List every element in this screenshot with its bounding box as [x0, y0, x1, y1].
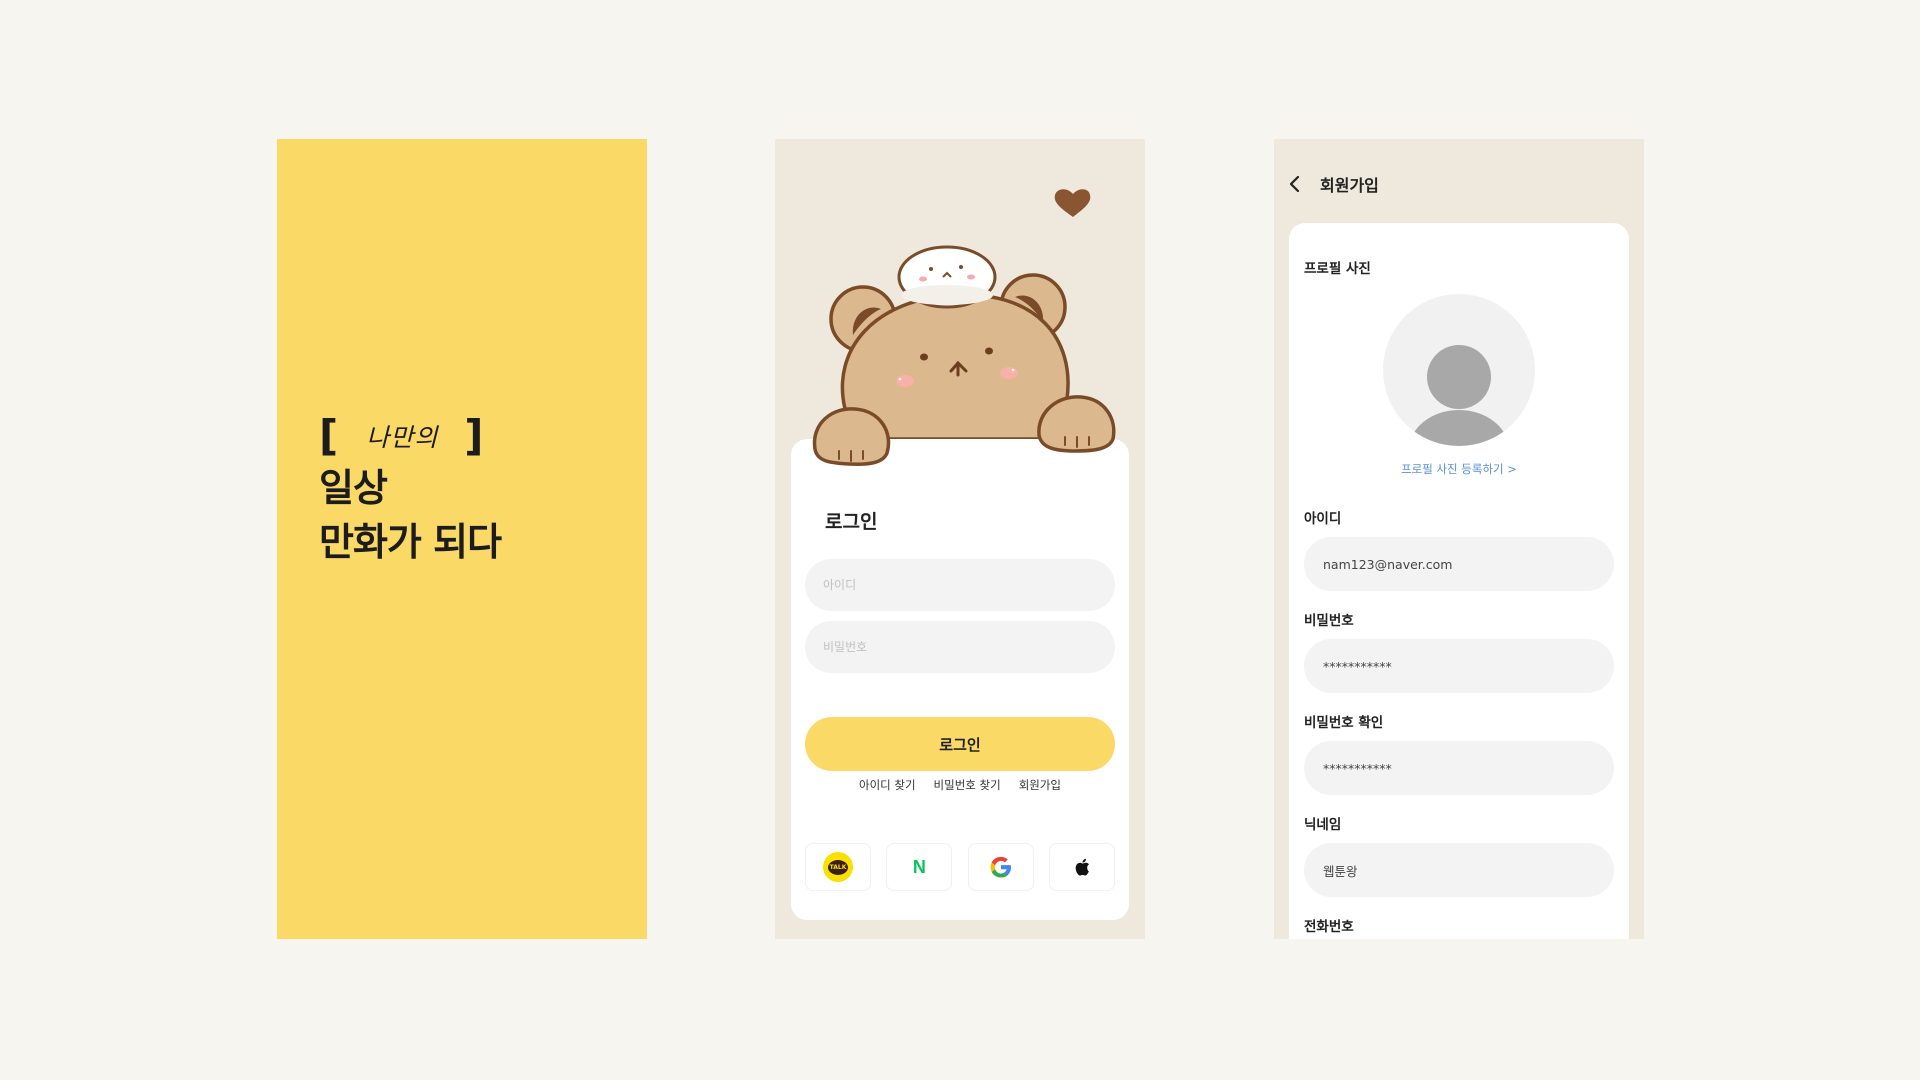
- social-login-row: TALK N: [805, 843, 1115, 891]
- phone-label: 전화번호: [1304, 919, 1354, 935]
- signup-title: 회원가입: [1320, 176, 1379, 195]
- avatar-head-icon: [1427, 345, 1491, 409]
- tagline-script-word: 나만의: [366, 423, 439, 452]
- tagline-line-2: 만화가 되다: [319, 520, 502, 564]
- signup-link[interactable]: 회원가입: [1019, 777, 1061, 793]
- login-screen: 로그인 로그인 아이디 찾기 비밀번호 찾기 회원가입 TALK N: [775, 139, 1145, 939]
- bear-right-paw: [1037, 395, 1116, 453]
- splash-screen: [ 나만의 ] 일상 만화가 되다: [277, 139, 647, 939]
- register-photo-link[interactable]: 프로필 사진 등록하기 >: [1289, 461, 1629, 477]
- profile-avatar-placeholder[interactable]: [1383, 294, 1535, 446]
- signup-password-confirm-input[interactable]: [1304, 741, 1614, 795]
- profile-photo-label: 프로필 사진: [1304, 261, 1371, 277]
- naver-icon: N: [912, 856, 926, 877]
- password-input[interactable]: [805, 621, 1115, 673]
- signup-nickname-input[interactable]: [1304, 843, 1614, 897]
- heart-icon: [1054, 189, 1091, 217]
- signup-form-card: 프로필 사진 프로필 사진 등록하기 > 아이디 비밀번호 비밀번호 확인 닉네…: [1289, 223, 1629, 939]
- kakao-icon-text: TALK: [828, 859, 848, 875]
- password-label: 비밀번호: [1304, 613, 1354, 629]
- login-button[interactable]: 로그인: [805, 717, 1115, 771]
- apple-icon: [1075, 858, 1089, 876]
- bear-left-paw: [812, 407, 891, 466]
- id-label: 아이디: [1304, 511, 1342, 527]
- password-confirm-label: 비밀번호 확인: [1304, 715, 1384, 731]
- signup-password-input[interactable]: [1304, 639, 1614, 693]
- google-icon: [990, 856, 1011, 878]
- apple-login-button[interactable]: [1048, 843, 1115, 891]
- login-title: 로그인: [825, 511, 878, 533]
- kakao-talk-icon: TALK: [823, 852, 853, 882]
- tagline-line-1: 일상: [319, 466, 388, 510]
- id-input[interactable]: [805, 559, 1115, 611]
- nickname-label: 닉네임: [1304, 817, 1342, 833]
- find-password-link[interactable]: 비밀번호 찾기: [934, 777, 1001, 793]
- bracket-open: [: [319, 411, 339, 460]
- kakao-login-button[interactable]: TALK: [805, 843, 871, 891]
- login-card: 로그인 로그인 아이디 찾기 비밀번호 찾기 회원가입 TALK N: [791, 439, 1129, 920]
- back-arrow-icon[interactable]: [1288, 175, 1302, 193]
- bracket-close: ]: [464, 411, 484, 460]
- splash-tagline: [ 나만의 ] 일상 만화가 되다: [319, 411, 502, 569]
- account-links: 아이디 찾기 비밀번호 찾기 회원가입: [791, 777, 1129, 793]
- avatar-body-icon: [1409, 410, 1509, 446]
- signup-header: 회원가입: [1288, 169, 1379, 199]
- google-login-button[interactable]: [967, 843, 1034, 891]
- tagline-bracket-line: [ 나만의 ]: [319, 411, 501, 461]
- signup-id-input[interactable]: [1304, 537, 1614, 591]
- naver-login-button[interactable]: N: [886, 843, 953, 891]
- signup-screen: 회원가입 프로필 사진 프로필 사진 등록하기 > 아이디 비밀번호 비밀번호 …: [1274, 139, 1644, 939]
- find-id-link[interactable]: 아이디 찾기: [859, 777, 916, 793]
